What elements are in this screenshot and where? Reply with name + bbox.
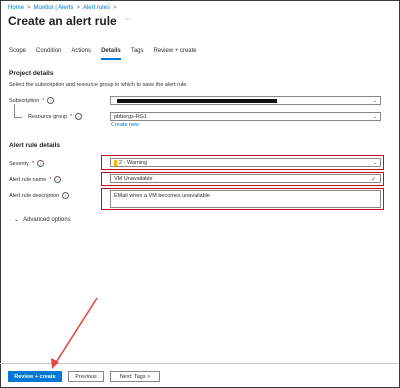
annotation-arrow — [51, 297, 98, 369]
arrow-shaft — [54, 297, 98, 365]
